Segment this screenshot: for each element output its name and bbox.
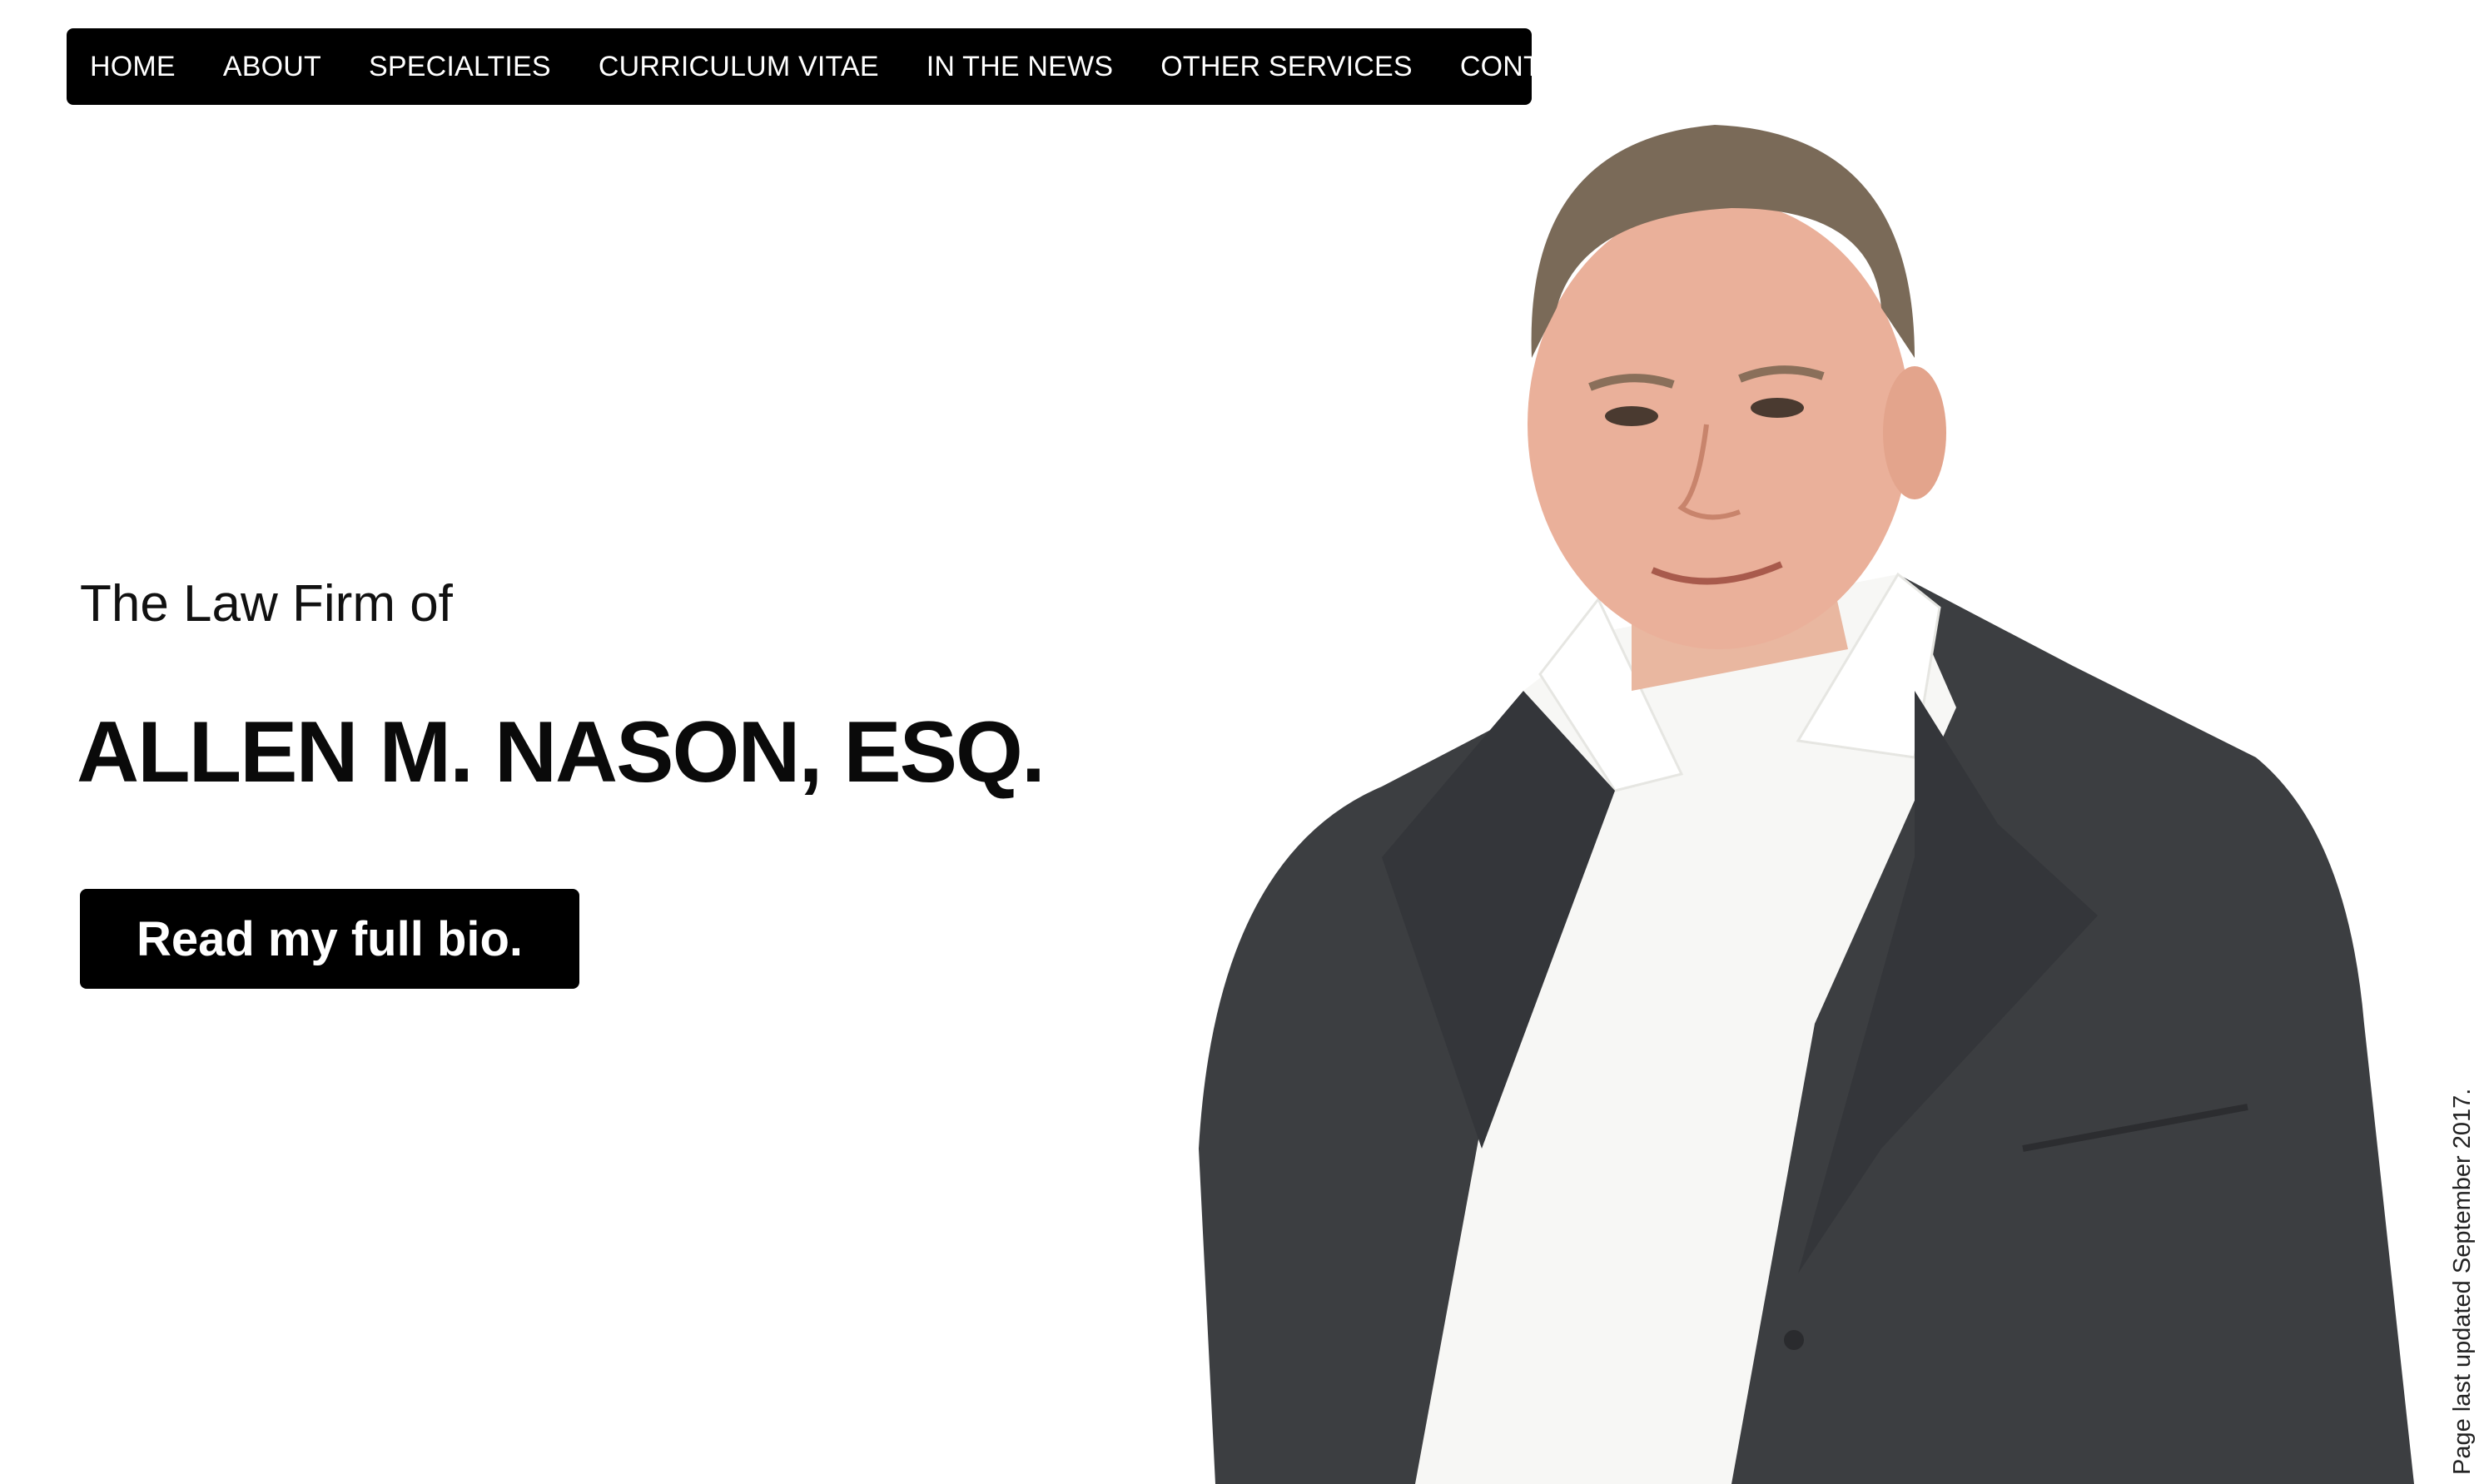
eye-left [1605,406,1658,426]
nav-item-about[interactable]: ABOUT [223,51,321,83]
nav-item-specialties[interactable]: SPECIALTIES [369,51,551,83]
jacket-button [1784,1330,1804,1350]
nav-item-in-the-news[interactable]: IN THE NEWS [927,51,1113,83]
main-navigation: HOME ABOUT SPECIALTIES CURRICULUM VITAE … [67,28,1596,105]
attorney-name-heading: ALLEN M. NASON, ESQ. [77,704,1046,801]
firm-tagline: The Law Firm of [80,575,453,633]
read-full-bio-button[interactable]: Read my full bio. [80,889,579,989]
nav-item-contact[interactable]: CONTACT [1460,51,1596,83]
attorney-portrait-photo [1199,125,2414,1484]
nav-item-curriculum-vitae[interactable]: CURRICULUM VITAE [599,51,879,83]
nav-item-home[interactable]: HOME [90,51,176,83]
nav-item-other-services[interactable]: OTHER SERVICES [1160,51,1413,83]
eye-right [1751,398,1804,418]
ear [1883,366,1946,499]
page-last-updated-note: Page last updated September 2017. [2449,1088,2476,1475]
page: HOME ABOUT SPECIALTIES CURRICULUM VITAE … [0,0,2489,1484]
